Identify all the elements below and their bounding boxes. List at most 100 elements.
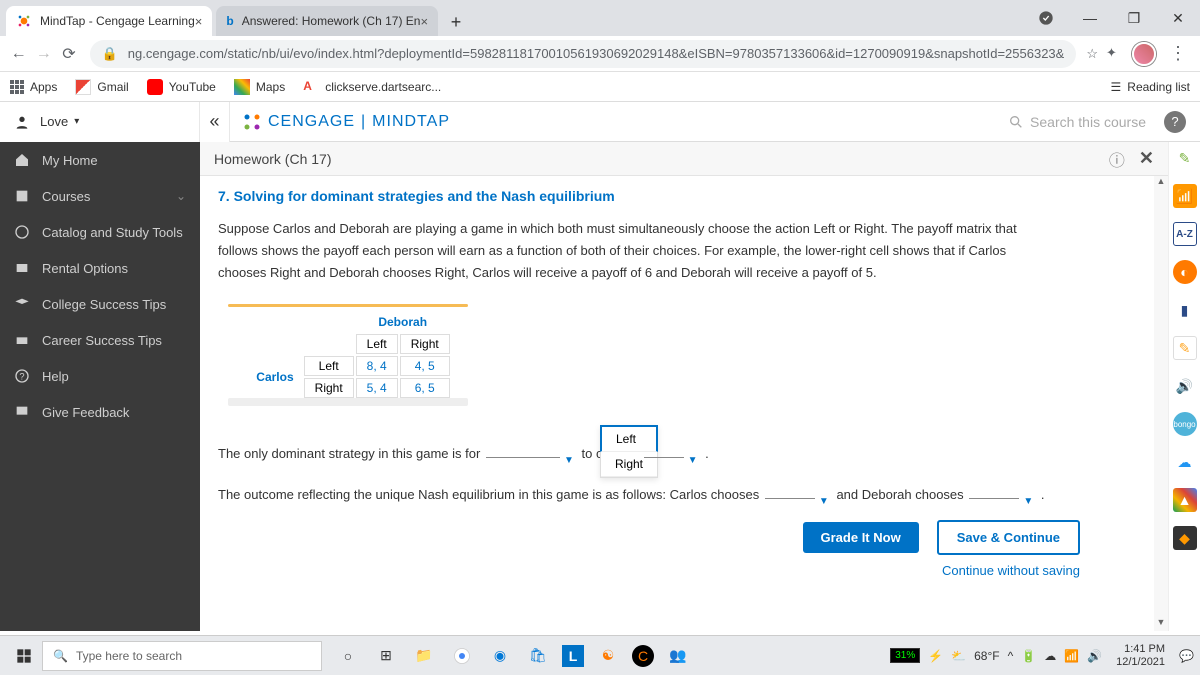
bookmarks-bar: Apps Gmail YouTube Maps Aclickserve.dart… — [0, 72, 1200, 102]
notifications-icon[interactable]: 💬 — [1179, 649, 1194, 663]
cengage-header: Love ▾ « CENGAGE | MINDTAP Search this c… — [0, 102, 1200, 142]
tab-title: MindTap - Cengage Learning — [40, 14, 195, 28]
task-view-icon[interactable]: ⊞ — [372, 642, 400, 670]
back-button[interactable]: ← — [8, 40, 29, 68]
taskbar-search[interactable]: 🔍 Type here to search — [42, 641, 322, 671]
bongo-tool-icon[interactable]: bongo — [1173, 412, 1197, 436]
cloud-tool-icon[interactable]: ☁ — [1173, 450, 1197, 474]
teams-icon[interactable]: 👥 — [664, 642, 692, 670]
minimize-button[interactable]: — — [1068, 0, 1112, 36]
orange-tool-icon[interactable]: ◐ — [1173, 260, 1197, 284]
check-icon[interactable] — [1024, 0, 1068, 36]
save-continue-button[interactable]: Save & Continue — [937, 520, 1080, 555]
sidebar-item-catalog[interactable]: Catalog and Study Tools — [0, 214, 200, 250]
matrix-scrollbar[interactable]: ◄► — [234, 397, 462, 407]
scroll-up-icon[interactable]: ▲ — [1154, 176, 1168, 190]
user-icon — [14, 114, 30, 130]
kebab-menu-icon[interactable]: ⋮ — [1164, 43, 1192, 64]
app-icon[interactable]: ☯ — [594, 642, 622, 670]
grade-button[interactable]: Grade It Now — [803, 522, 919, 553]
explorer-icon[interactable]: 📁 — [410, 642, 438, 670]
dropdown-option-left[interactable]: Left — [600, 425, 658, 452]
dark-tool-icon[interactable]: ◆ — [1173, 526, 1197, 550]
sidebar-item-courses[interactable]: Courses⌄ — [0, 178, 200, 214]
audio-tool-icon[interactable]: 🔊 — [1173, 374, 1197, 398]
collapse-sidebar-button[interactable]: « — [200, 102, 230, 142]
new-tab-button[interactable]: + — [442, 8, 470, 36]
weather-icon[interactable]: ⛅ — [951, 649, 966, 663]
volume-icon[interactable]: 🔊 — [1087, 649, 1102, 663]
windows-taskbar: 🔍 Type here to search ○ ⊞ 📁 ◉ 🛍 L ☯ C 👥 … — [0, 635, 1200, 675]
wifi-icon[interactable]: 📶 — [1064, 649, 1079, 663]
sidebar-item-feedback[interactable]: Give Feedback — [0, 394, 200, 430]
browser-tab-inactive[interactable]: b Answered: Homework (Ch 17) En × — [216, 6, 438, 36]
assignment-bar: Homework (Ch 17) ⓘ ✕ — [200, 142, 1168, 176]
glossary-tool-icon[interactable]: A-Z — [1173, 222, 1197, 246]
battery-icon[interactable]: 🔋 — [1021, 649, 1036, 663]
chrome-icon[interactable] — [448, 642, 476, 670]
temperature[interactable]: 68°F — [974, 649, 999, 663]
dropdown-carlos[interactable]: ▼ — [765, 498, 815, 499]
mindtap-favicon — [16, 13, 32, 29]
sidebar-item-help[interactable]: ?Help — [0, 358, 200, 394]
dropdown-menu-open[interactable]: Left Right — [600, 425, 658, 478]
bookmark-maps[interactable]: Maps — [234, 79, 285, 95]
profile-avatar[interactable] — [1132, 42, 1156, 66]
dropdown-deborah[interactable]: ▼ — [969, 498, 1019, 499]
browser-tab-active[interactable]: MindTap - Cengage Learning × — [6, 6, 212, 36]
dropdown-player[interactable]: ▼ — [486, 457, 560, 458]
dropdown-option-right[interactable]: Right — [601, 452, 657, 477]
store-icon[interactable]: 🛍 — [524, 642, 552, 670]
close-tab-icon[interactable]: × — [195, 14, 203, 29]
user-menu[interactable]: Love ▾ — [0, 102, 200, 142]
apps-shortcut[interactable]: Apps — [10, 80, 57, 94]
sidebar-item-home[interactable]: My Home — [0, 142, 200, 178]
bookmark-gmail[interactable]: Gmail — [75, 79, 128, 95]
l-app-icon[interactable]: L — [562, 645, 584, 667]
search-icon: 🔍 — [53, 649, 68, 663]
search-course-input[interactable]: Search this course — [1008, 114, 1146, 130]
bookmark-youtube[interactable]: YouTube — [147, 79, 216, 95]
reading-list-icon: ☰ — [1111, 80, 1122, 94]
apps-grid-icon — [10, 80, 24, 94]
start-button[interactable] — [6, 638, 42, 674]
vertical-scrollbar[interactable]: ▲ ▼ — [1154, 176, 1168, 631]
help-button[interactable]: ? — [1164, 111, 1186, 133]
edge-icon[interactable]: ◉ — [486, 642, 514, 670]
sidebar-item-rental[interactable]: Rental Options — [0, 250, 200, 286]
clock[interactable]: 1:41 PM 12/1/2021 — [1116, 643, 1165, 667]
cloud-sync-icon[interactable]: ☁ — [1044, 649, 1056, 663]
star-icon[interactable]: ☆ — [1086, 46, 1098, 62]
extensions-icon[interactable]: ✦ — [1106, 45, 1124, 63]
highlighter-tool-icon[interactable]: ✎ — [1173, 146, 1197, 170]
notes-tool-icon[interactable]: ✎ — [1173, 336, 1197, 360]
continue-without-saving-link[interactable]: Continue without saving — [218, 563, 1080, 578]
maximize-button[interactable]: ❐ — [1112, 0, 1156, 36]
url-bar[interactable]: 🔒 ng.cengage.com/static/nb/ui/evo/index.… — [90, 40, 1077, 68]
reload-button[interactable]: ⟳ — [58, 40, 79, 68]
col-right: Right — [400, 334, 450, 354]
close-window-button[interactable]: ✕ — [1156, 0, 1200, 36]
reading-list-button[interactable]: ☰ Reading list — [1111, 80, 1190, 94]
cortana-icon[interactable]: ○ — [334, 642, 362, 670]
drive-tool-icon[interactable]: ▲ — [1173, 488, 1197, 512]
battery-indicator[interactable]: 31% — [890, 648, 920, 663]
dropdown-action[interactable]: ▼ — [644, 457, 684, 458]
bookmark-clickserve[interactable]: Aclickserve.dartsearc... — [303, 79, 441, 95]
book-tool-icon[interactable]: ▮ — [1173, 298, 1197, 322]
bartleby-favicon: b — [226, 14, 233, 28]
sidebar-item-career-tips[interactable]: Career Success Tips — [0, 322, 200, 358]
sidebar-item-college-tips[interactable]: College Success Tips — [0, 286, 200, 322]
chevron-up-icon[interactable]: ^ — [1008, 649, 1014, 663]
close-tab-icon[interactable]: × — [420, 14, 428, 29]
col-left: Left — [356, 334, 398, 354]
url-text: ng.cengage.com/static/nb/ui/evo/index.ht… — [128, 46, 1065, 61]
rss-tool-icon[interactable]: 📶 — [1173, 184, 1197, 208]
generic-favicon: A — [303, 79, 319, 95]
scroll-down-icon[interactable]: ▼ — [1154, 617, 1168, 631]
c-app-icon[interactable]: C — [632, 645, 654, 667]
charge-icon: ⚡ — [928, 649, 943, 663]
forward-button[interactable]: → — [33, 40, 54, 68]
info-icon[interactable]: ⓘ — [1109, 147, 1125, 171]
close-assignment-icon[interactable]: ✕ — [1139, 148, 1154, 169]
